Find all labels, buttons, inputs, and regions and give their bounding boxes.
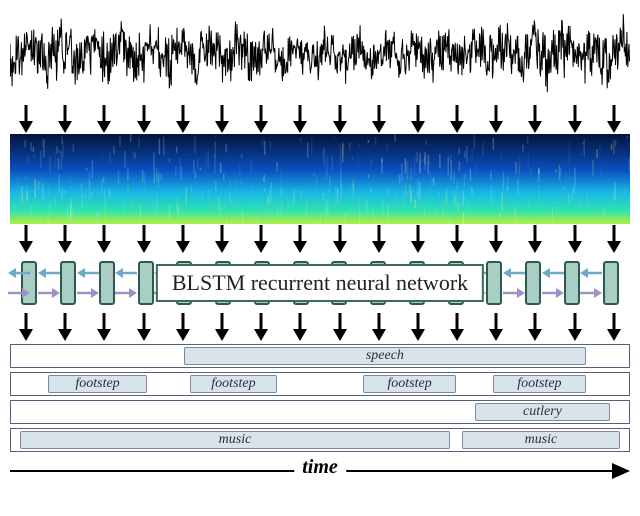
backward-arrow-icon <box>580 288 602 298</box>
down-arrow-icon <box>94 313 114 341</box>
down-arrow-icon <box>486 105 506 133</box>
forward-arrow-icon <box>115 268 137 278</box>
down-arrow-icon <box>330 313 350 341</box>
down-arrow-icon <box>55 105 75 133</box>
down-arrow-icon <box>16 225 36 253</box>
down-arrow-icon <box>251 225 271 253</box>
lstm-cell <box>564 261 580 305</box>
forward-arrow-icon <box>580 268 602 278</box>
output-tracks: speech footstep footstep footstep footstep cu… <box>10 344 630 452</box>
backward-arrow-icon <box>503 288 525 298</box>
arrow-row-bottom <box>10 312 630 342</box>
down-arrow-icon <box>290 105 310 133</box>
backward-arrow-icon <box>77 288 99 298</box>
architecture-diagram: BLSTM recurrent neural network speech foo… <box>10 4 630 488</box>
down-arrow-icon <box>486 313 506 341</box>
down-arrow-icon <box>94 105 114 133</box>
lstm-cell <box>603 261 619 305</box>
forward-arrow-icon <box>503 268 525 278</box>
lstm-cell <box>525 261 541 305</box>
forward-arrow-icon <box>77 268 99 278</box>
down-arrow-icon <box>408 105 428 133</box>
down-arrow-icon <box>486 225 506 253</box>
down-arrow-icon <box>134 105 154 133</box>
down-arrow-icon <box>251 105 271 133</box>
down-arrow-icon <box>369 313 389 341</box>
down-arrow-icon <box>604 225 624 253</box>
down-arrow-icon <box>447 313 467 341</box>
event-segment: footstep <box>493 375 586 393</box>
down-arrow-icon <box>408 313 428 341</box>
forward-arrow-icon <box>8 268 30 278</box>
down-arrow-icon <box>447 105 467 133</box>
down-arrow-icon <box>369 225 389 253</box>
arrow-row-mid <box>10 224 630 254</box>
down-arrow-icon <box>369 105 389 133</box>
forward-arrow-icon <box>38 268 60 278</box>
backward-arrow-icon <box>38 288 60 298</box>
down-arrow-icon <box>447 225 467 253</box>
lstm-cell <box>99 261 115 305</box>
down-arrow-icon <box>525 225 545 253</box>
down-arrow-icon <box>212 105 232 133</box>
backward-arrow-icon <box>115 288 137 298</box>
time-arrowhead-icon <box>612 463 630 484</box>
time-axis: time <box>10 458 630 488</box>
event-segment: music <box>462 431 620 449</box>
down-arrow-icon <box>55 225 75 253</box>
down-arrow-icon <box>290 225 310 253</box>
down-arrow-icon <box>134 225 154 253</box>
waveform-panel <box>10 4 630 104</box>
output-track: footstep footstep footstep footstep <box>10 372 630 396</box>
spectrogram-svg <box>10 134 630 224</box>
down-arrow-icon <box>212 225 232 253</box>
down-arrow-icon <box>173 313 193 341</box>
down-arrow-icon <box>565 105 585 133</box>
backward-arrow-icon <box>8 288 30 298</box>
spectrogram-panel <box>10 134 630 224</box>
output-track: cutlery <box>10 400 630 424</box>
down-arrow-icon <box>16 313 36 341</box>
down-arrow-icon <box>330 225 350 253</box>
time-label: time <box>294 456 346 479</box>
waveform-svg <box>10 4 630 104</box>
down-arrow-icon <box>173 105 193 133</box>
down-arrow-icon <box>408 225 428 253</box>
down-arrow-icon <box>94 225 114 253</box>
down-arrow-icon <box>525 313 545 341</box>
blstm-label: BLSTM recurrent neural network <box>156 264 484 302</box>
output-track: speech <box>10 344 630 368</box>
arrow-row-top <box>10 104 630 134</box>
blstm-row: BLSTM recurrent neural network <box>10 254 630 312</box>
down-arrow-icon <box>173 225 193 253</box>
event-segment: music <box>20 431 450 449</box>
down-arrow-icon <box>604 105 624 133</box>
lstm-cell <box>60 261 76 305</box>
down-arrow-icon <box>212 313 232 341</box>
forward-arrow-icon <box>542 268 564 278</box>
down-arrow-icon <box>330 105 350 133</box>
event-segment: footstep <box>190 375 277 393</box>
down-arrow-icon <box>565 225 585 253</box>
down-arrow-icon <box>16 105 36 133</box>
lstm-cell <box>138 261 154 305</box>
event-segment: footstep <box>363 375 456 393</box>
down-arrow-icon <box>55 313 75 341</box>
lstm-cell <box>486 261 502 305</box>
backward-arrow-icon <box>542 288 564 298</box>
down-arrow-icon <box>604 313 624 341</box>
event-segment: cutlery <box>475 403 611 421</box>
down-arrow-icon <box>565 313 585 341</box>
event-segment: speech <box>184 347 586 365</box>
down-arrow-icon <box>134 313 154 341</box>
output-track: music music <box>10 428 630 452</box>
down-arrow-icon <box>525 105 545 133</box>
event-segment: footstep <box>48 375 147 393</box>
down-arrow-icon <box>251 313 271 341</box>
down-arrow-icon <box>290 313 310 341</box>
